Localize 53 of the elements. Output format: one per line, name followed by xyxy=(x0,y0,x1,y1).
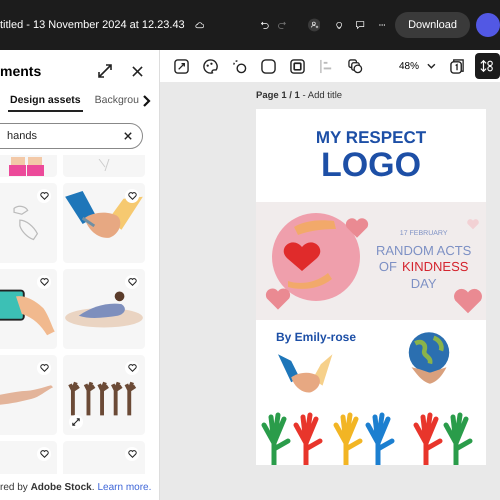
asset-thumbnail[interactable] xyxy=(63,183,145,263)
heart-icon xyxy=(452,286,484,315)
tab[interactable]: Backgrou xyxy=(92,94,141,112)
expand-icon[interactable] xyxy=(98,64,112,78)
spacing-icon[interactable] xyxy=(480,59,494,73)
rounded-square-icon[interactable] xyxy=(261,58,276,74)
asset-thumbnail[interactable] xyxy=(63,269,145,349)
palette-icon[interactable] xyxy=(203,58,218,74)
banner-text: KINDNESS xyxy=(402,259,468,276)
more-icon[interactable] xyxy=(378,23,386,27)
heart-icon[interactable] xyxy=(37,189,51,203)
heart-icon[interactable] xyxy=(125,361,139,375)
asset-thumbnail[interactable] xyxy=(63,355,145,435)
zoom-level[interactable]: 48% xyxy=(399,60,420,72)
banner-text: DAY xyxy=(410,276,437,292)
author-text: By Emily-rose xyxy=(276,330,356,344)
heart-icon[interactable] xyxy=(125,189,139,203)
open-hand-drawing xyxy=(0,383,55,407)
heart-icon[interactable] xyxy=(37,361,51,375)
layout-button[interactable] xyxy=(474,53,500,79)
document-title[interactable]: titled - 13 November 2024 at 12.23.43 xyxy=(0,19,185,31)
line-sketch-drawing xyxy=(98,159,110,171)
attribution-text: red by Adobe Stock. xyxy=(0,482,94,492)
heart-icon xyxy=(264,286,292,311)
learn-more-link[interactable]: Learn more. xyxy=(97,482,152,492)
page-label[interactable]: Page 1 / 1 - Add title xyxy=(256,90,500,101)
chevron-right-icon[interactable] xyxy=(142,95,151,107)
clear-icon[interactable] xyxy=(124,132,132,140)
panel-title: ments xyxy=(0,63,42,79)
banner-text: OF xyxy=(378,259,397,276)
heart-icon[interactable] xyxy=(37,275,51,289)
globe-in-hands-drawing xyxy=(406,330,452,386)
layers-icon[interactable] xyxy=(348,58,363,74)
heading: LOGO xyxy=(320,148,422,182)
download-button[interactable]: Download xyxy=(395,12,470,38)
heart-icon[interactable] xyxy=(125,275,139,289)
shapes-icon[interactable] xyxy=(232,58,247,74)
heading: MY RESPECT xyxy=(316,129,426,146)
asset-thumbnail[interactable] xyxy=(63,155,145,177)
search-field[interactable]: hands xyxy=(0,123,143,149)
page-icon[interactable] xyxy=(450,58,465,74)
heart-icon xyxy=(344,216,370,239)
border-icon[interactable] xyxy=(290,58,305,74)
arrows-icon xyxy=(69,415,83,429)
banner-text: RANDOM ACTS xyxy=(376,243,472,260)
resize-icon[interactable] xyxy=(174,58,189,74)
tab[interactable]: Design assets xyxy=(8,94,83,112)
close-icon[interactable] xyxy=(132,66,143,76)
heart-icon[interactable] xyxy=(125,447,139,461)
avatar[interactable] xyxy=(476,13,500,37)
chevron-down-icon[interactable] xyxy=(427,63,436,69)
heart-icon xyxy=(466,218,480,230)
heart-icon[interactable] xyxy=(37,447,51,461)
